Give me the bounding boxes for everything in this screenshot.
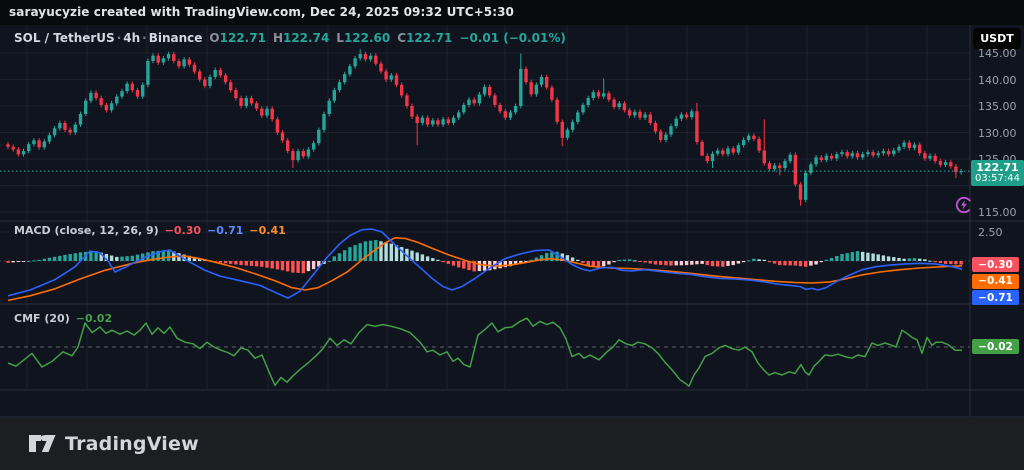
- cmf-badge: −0.02: [972, 339, 1019, 354]
- macd-signal-badge: −0.41: [972, 273, 1019, 289]
- cmf-value: −0.02: [75, 312, 113, 325]
- footer-logo-bar: TradingView: [0, 418, 1024, 470]
- close-letter: C: [397, 31, 407, 45]
- separator-dot: ·: [142, 31, 147, 45]
- price-tick-label: 140.00: [978, 74, 1017, 87]
- interval-label[interactable]: 4h: [123, 31, 140, 45]
- macd-legend[interactable]: MACD (close, 12, 26, 9) −0.30 −0.71 −0.41: [14, 224, 286, 237]
- low-value: 122.60: [343, 31, 391, 45]
- tradingview-widget: sarayucyzie created with TradingView.com…: [0, 0, 1024, 470]
- price-tick-label: 145.00: [978, 47, 1017, 60]
- time-scale[interactable]: 23252729Dec357911131517192123: [0, 390, 1024, 417]
- flash-boost-icon[interactable]: [954, 195, 974, 215]
- price-tick-label: 115.00: [978, 206, 1017, 219]
- close-value: 122.71: [406, 31, 453, 45]
- high-value: 122.74: [282, 31, 330, 45]
- macd-line-badge: −0.71: [972, 290, 1019, 305]
- tradingview-logo-text[interactable]: TradingView: [65, 433, 199, 455]
- macd-scale-tick-label: 2.50: [978, 226, 1003, 239]
- macd-hist-badge: −0.30: [972, 257, 1019, 272]
- tradingview-logo-icon[interactable]: [29, 432, 56, 456]
- bar-countdown: 03:57:44: [975, 173, 1020, 184]
- cmf-label[interactable]: CMF (20): [14, 312, 70, 325]
- change-value: −0.01 (−0.01%): [459, 31, 566, 45]
- cmf-legend[interactable]: CMF (20) −0.02: [14, 312, 112, 325]
- macd-signal-value: −0.41: [249, 224, 286, 237]
- macd-label[interactable]: MACD (close, 12, 26, 9): [14, 224, 159, 237]
- low-letter: L: [336, 31, 344, 45]
- price-scale[interactable]: 145.00140.00135.00130.00125.00115.002.50: [970, 25, 1024, 390]
- open-value: 122.71: [219, 31, 266, 45]
- macd-line-value: −0.71: [207, 224, 244, 237]
- last-price-value: 122.71: [976, 161, 1019, 174]
- high-letter: H: [272, 31, 283, 45]
- price-tick-label: 135.00: [978, 100, 1017, 113]
- exchange-label: Binance: [148, 31, 203, 45]
- price-tick-label: 130.00: [978, 127, 1017, 140]
- last-price-badge: 122.71 03:57:44: [971, 160, 1024, 186]
- open-letter: O: [209, 31, 220, 45]
- macd-hist-value: −0.30: [164, 224, 202, 237]
- symbol-title[interactable]: SOL / TetherUS: [14, 31, 115, 45]
- separator-dot: ·: [116, 31, 122, 45]
- symbol-bar[interactable]: SOL / TetherUS · 4h · Binance O122.71 H122.74 L…: [14, 31, 566, 45]
